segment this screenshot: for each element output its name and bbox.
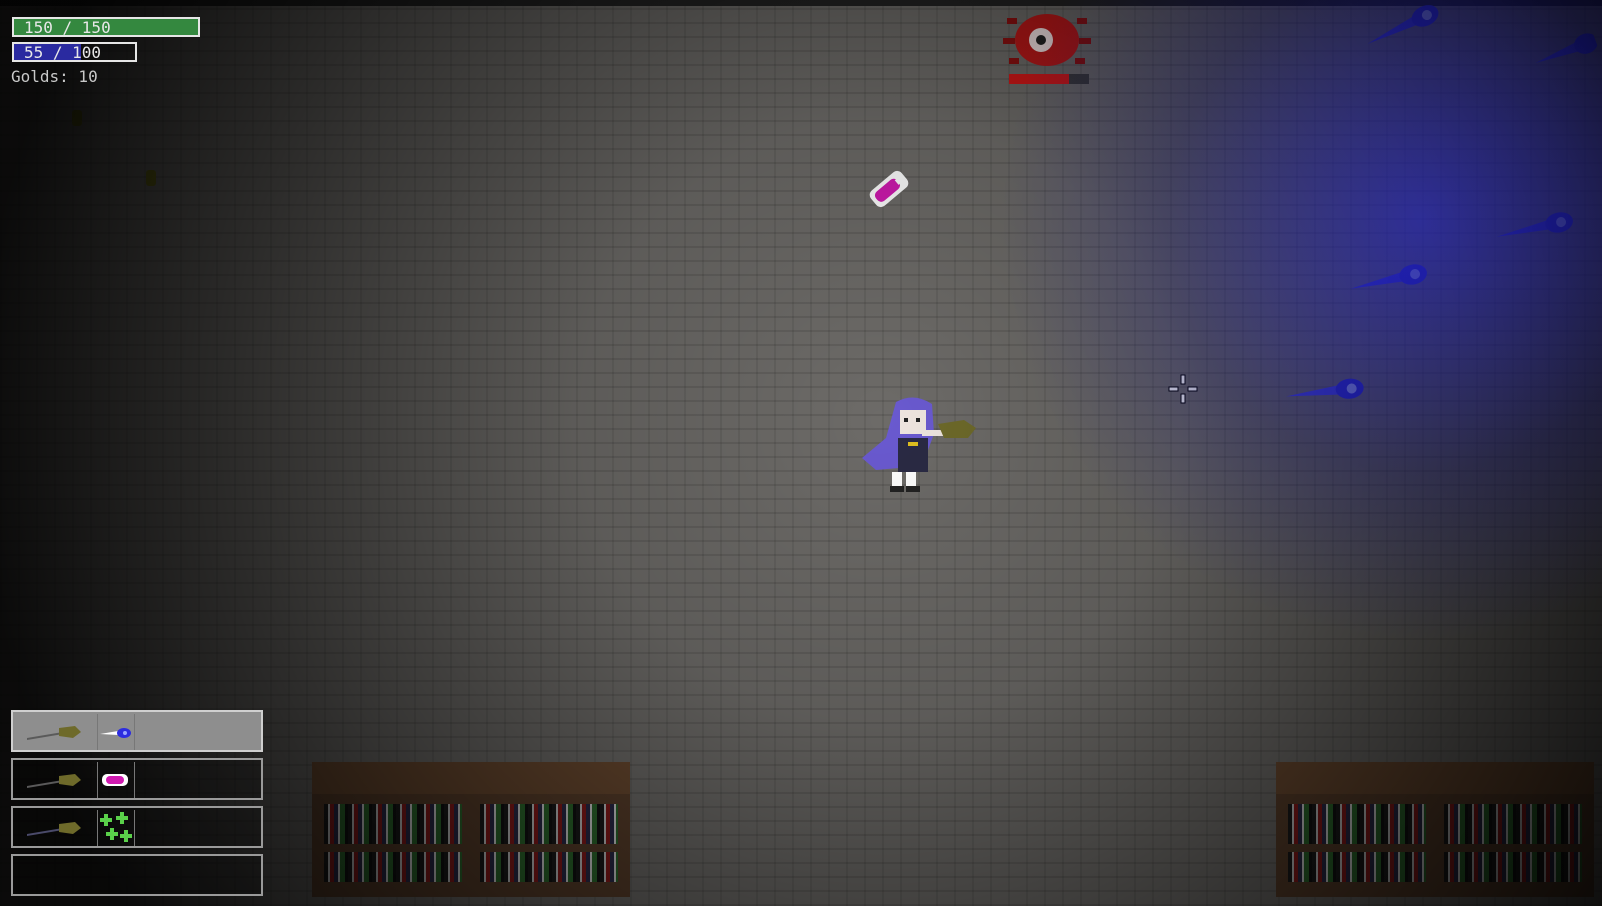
mana-text: 55 / 100 — [24, 43, 102, 62]
bookshelf — [312, 762, 630, 897]
blue-bolt-icon — [97, 714, 135, 750]
blue-bolt-projectile-icon — [1347, 256, 1436, 307]
health-bar: 150 / 150 — [12, 17, 200, 37]
books-row — [480, 804, 618, 844]
books-row — [324, 804, 462, 844]
wand-icon — [23, 762, 83, 798]
wand-icon — [23, 810, 83, 846]
pink-bolt-pickup-icon[interactable] — [855, 155, 923, 223]
hotbar-slot-3[interactable] — [11, 806, 263, 848]
red-eye-spider-icon[interactable] — [1003, 8, 1091, 98]
gold-coin-icon[interactable] — [146, 170, 156, 186]
blue-bolt-projectile-icon — [1361, 0, 1451, 60]
books-row — [1288, 852, 1426, 882]
books-row — [1444, 804, 1582, 844]
window-top-edge — [0, 0, 1602, 6]
hotbar-slot-1[interactable] — [11, 710, 263, 752]
books-row — [1288, 804, 1426, 844]
pink-bolt-icon — [97, 762, 135, 798]
gold-counter: Golds: 10 — [11, 67, 98, 86]
game-canvas[interactable]: 150 / 150 55 / 100 Golds: 10 — [0, 0, 1602, 906]
wand-icon — [23, 714, 83, 750]
gold-coin-icon[interactable] — [72, 110, 82, 126]
bookshelf-top — [312, 762, 630, 794]
books-row — [1444, 852, 1582, 882]
mana-bar: 55 / 100 — [12, 42, 137, 62]
books-row — [480, 852, 618, 882]
crosshair-icon — [1168, 374, 1198, 404]
health-text: 150 / 150 — [24, 18, 111, 37]
bookshelf — [1276, 762, 1594, 897]
blue-bolt-projectile-icon — [1530, 26, 1602, 80]
hotbar-slot-2[interactable] — [11, 758, 263, 800]
blue-bolt-projectile-icon — [1493, 204, 1582, 255]
books-row — [324, 852, 462, 882]
green-sparkle-icon — [97, 810, 135, 846]
purple-hooded-wizard-icon[interactable] — [856, 394, 978, 506]
hotbar-slot-4[interactable] — [11, 854, 263, 896]
blue-bolt-projectile-icon — [1284, 372, 1371, 415]
bookshelf-top — [1276, 762, 1594, 794]
